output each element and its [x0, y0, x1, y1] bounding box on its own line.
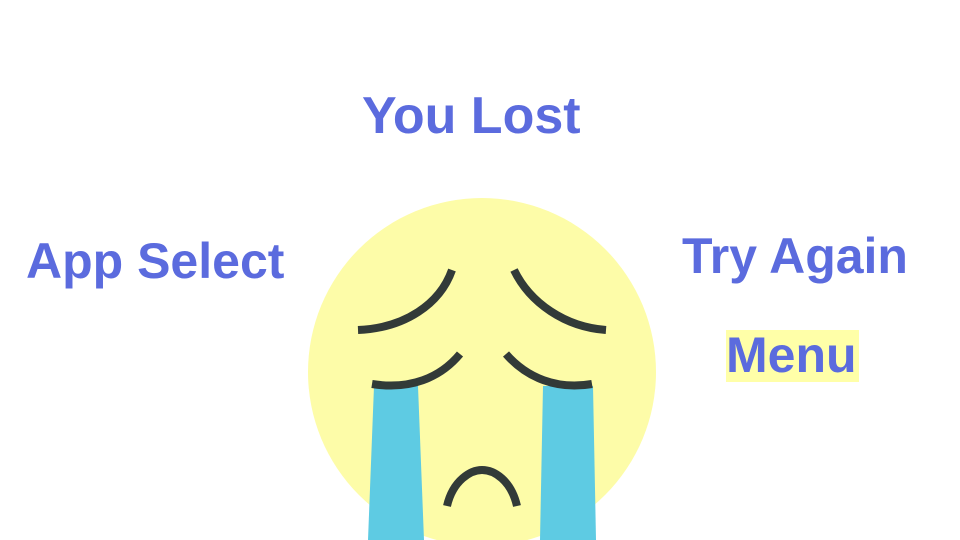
- try-again-button[interactable]: Try Again: [682, 231, 908, 281]
- right-tear-stream: [540, 386, 596, 540]
- face-circle: [308, 198, 656, 540]
- left-tear-stream: [368, 386, 424, 540]
- menu-button[interactable]: Menu: [726, 330, 859, 382]
- app-select-button[interactable]: App Select: [26, 236, 284, 286]
- page-title: You Lost: [362, 87, 581, 145]
- game-over-screen: You Lost App Select Try Again Menu: [0, 0, 960, 540]
